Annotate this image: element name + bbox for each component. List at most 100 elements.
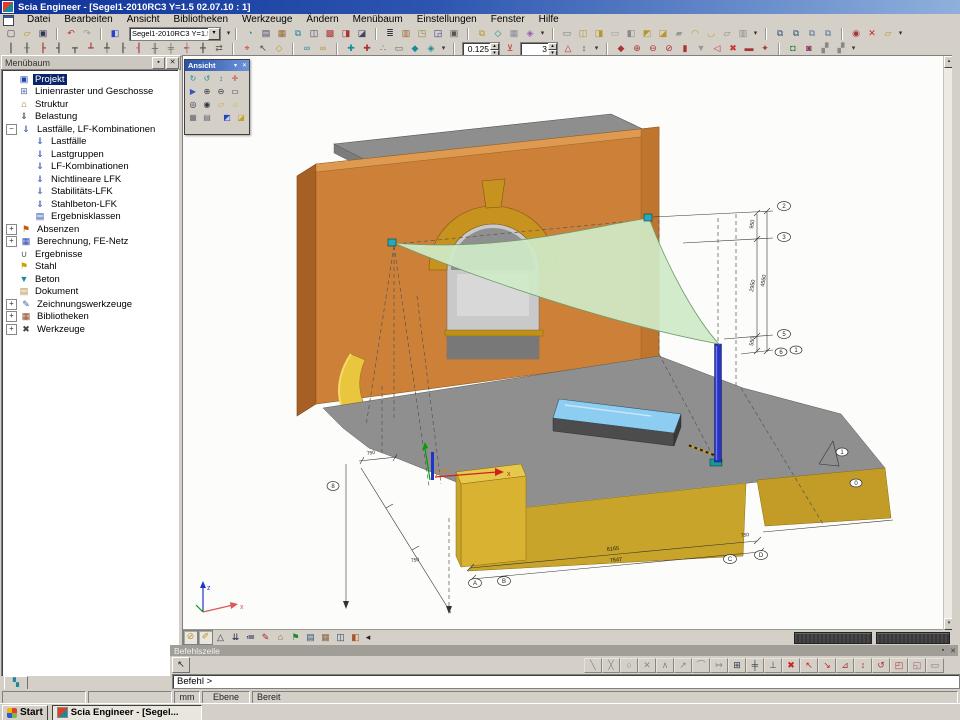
collapse-icon[interactable]: − <box>6 124 17 135</box>
expand-icon[interactable]: + <box>6 324 17 335</box>
mesh-refine-button[interactable]: △ <box>560 42 576 55</box>
zoom-out-button[interactable]: ⊖ <box>214 85 228 98</box>
frame-view-2-button[interactable]: ◫ <box>575 27 591 40</box>
ansicht-palette[interactable]: Ansicht ▾ ✕ ↻ ↺ ↕ ✛ ▶ ⊕ ⊖ ▭ ◎ ◉ ▱ ☼ ▦ ▤ … <box>184 59 250 135</box>
support-1-button[interactable]: ◆ <box>613 42 629 55</box>
menubaum-header[interactable]: Menübaum ▪ ✕ <box>1 55 181 70</box>
visibility-button[interactable]: ◉ <box>848 27 864 40</box>
support-5-button[interactable]: ▮ <box>677 42 693 55</box>
label-display-button[interactable]: ✎ <box>258 631 273 644</box>
snap-direction-button[interactable]: ↗ <box>674 658 692 673</box>
snap-angle-button[interactable]: ∧ <box>656 658 674 673</box>
tree-item-nichtlineare-lfk[interactable]: ⇓Nichtlineare LFK <box>2 173 178 186</box>
snap-circle-button[interactable]: ○ <box>620 658 638 673</box>
active-view-combobox[interactable]: Segel1-2010RC3 Y=1.5 0: ▾ <box>129 27 221 41</box>
view-settings-button[interactable]: ▦ <box>186 111 200 124</box>
project-manager-button[interactable]: ◧ <box>107 27 123 40</box>
frame-view-6-button[interactable]: ◩ <box>639 27 655 40</box>
chevron-down-icon[interactable]: ▾ <box>896 27 905 40</box>
cursor-mode-icon[interactable]: ↖ <box>172 657 190 673</box>
calculator-1-button[interactable]: ◘ <box>785 42 801 55</box>
menu-werkzeuge[interactable]: Werkzeuge <box>235 14 299 26</box>
snap-arc-button[interactable]: ⌒ <box>692 658 710 673</box>
save-picture-button[interactable]: ▣ <box>446 27 462 40</box>
mesh-size-button[interactable]: ↕ <box>576 42 592 55</box>
layer-display-button[interactable]: ▦ <box>318 631 333 644</box>
tree-item-lf-kombinationen[interactable]: ⇓LF-Kombinationen <box>2 161 178 174</box>
frame-view-5-button[interactable]: ◧ <box>623 27 639 40</box>
menu-hilfe[interactable]: Hilfe <box>532 14 566 26</box>
tree-item-werkzeuge[interactable]: +✖Werkzeuge <box>2 323 178 336</box>
member-tool-1-button[interactable]: ┃ <box>3 42 19 55</box>
shading-button[interactable]: ⚑ <box>288 631 303 644</box>
frame-view-7-button[interactable]: ◪ <box>655 27 671 40</box>
tree-item-lastfaelle[interactable]: ⇓Lastfälle <box>2 136 178 149</box>
member-tool-2-button[interactable]: ╂ <box>19 42 35 55</box>
snap-grid-button[interactable]: ⊞ <box>728 658 746 673</box>
chevron-down-icon[interactable]: ▾ <box>849 42 858 55</box>
menu-menubaum[interactable]: Menübaum <box>346 14 410 26</box>
clipping-box-button[interactable]: ◩ <box>220 111 234 124</box>
document-icon[interactable] <box>3 15 14 26</box>
support-3-button[interactable]: ⊖ <box>645 42 661 55</box>
copy-add-4-button[interactable]: ⧉ <box>820 27 836 40</box>
import-button[interactable]: ◲ <box>430 27 446 40</box>
view-folder-button[interactable]: ▱ <box>214 98 228 111</box>
spin-up-icon[interactable]: ▴ <box>548 43 557 50</box>
member-tool-11-button[interactable]: ╪ <box>163 42 179 55</box>
menu-datei[interactable]: Datei <box>20 14 57 26</box>
member-tool-10-button[interactable]: ╫ <box>147 42 163 55</box>
snap-off-button[interactable]: ✖ <box>782 658 800 673</box>
member-tool-4-button[interactable]: ┫ <box>51 42 67 55</box>
tree-item-ergebnisse[interactable]: ∪Ergebnisse <box>2 248 178 261</box>
copy-add-1-button[interactable]: ⧉ <box>772 27 788 40</box>
wizard-button[interactable]: ◇ <box>490 27 506 40</box>
copy-button[interactable]: ▤ <box>258 27 274 40</box>
member-tool-6-button[interactable]: ┻ <box>83 42 99 55</box>
redo-button[interactable]: ↷ <box>79 27 95 40</box>
snap-intersection-button[interactable]: ╳ <box>602 658 620 673</box>
tree-item-ergebnisklassen[interactable]: ▤Ergebnisklassen <box>2 211 178 224</box>
snap-tangent-button[interactable]: ↺ <box>872 658 890 673</box>
frame-view-11-button[interactable]: ▱ <box>719 27 735 40</box>
rotate-back-button[interactable]: ↺ <box>200 72 214 85</box>
member-tool-9-button[interactable]: ┨ <box>131 42 147 55</box>
zoom-in-button[interactable]: ⊕ <box>200 85 214 98</box>
spin-up-icon[interactable]: ▴ <box>490 43 499 50</box>
menu-einstellungen[interactable]: Einstellungen <box>410 14 484 26</box>
support-9-button[interactable]: ▬ <box>741 42 757 55</box>
chevron-down-icon[interactable]: ▾ <box>439 42 448 55</box>
tree-item-struktur[interactable]: ⌂Struktur <box>2 98 178 111</box>
tree-item-beton[interactable]: ▼Beton <box>2 273 178 286</box>
member-tool-13-button[interactable]: ╋ <box>195 42 211 55</box>
chevron-down-icon[interactable]: ▾ <box>751 27 760 40</box>
support-6-button[interactable]: ▼ <box>693 42 709 55</box>
befehlszeile-header[interactable]: Befehlszeile ▪ ✕ <box>170 645 958 656</box>
select-tool-button[interactable]: ⌖ <box>239 42 255 55</box>
taskbar-scia-button[interactable]: Scia Engineer - [Segel... <box>52 705 202 720</box>
settings-template-button[interactable]: ◈ <box>522 27 538 40</box>
export-button[interactable]: ◳ <box>414 27 430 40</box>
render-mode-button[interactable]: △ <box>213 631 228 644</box>
undo-button[interactable]: ↶ <box>63 27 79 40</box>
add-point-button[interactable]: ✚ <box>359 42 375 55</box>
picture-gallery-button[interactable]: ◫ <box>306 27 322 40</box>
snap-orthogonal-button[interactable]: ⊥ <box>764 658 782 673</box>
tree-item-stabilitaets-lfk[interactable]: ⇓Stabilitäts-LFK <box>2 186 178 199</box>
rotate-view-button[interactable]: ↻ <box>186 72 200 85</box>
support-7-button[interactable]: ◁ <box>709 42 725 55</box>
support-8-button[interactable]: ✖ <box>725 42 741 55</box>
pillar-block[interactable] <box>456 464 526 567</box>
copy-add-2-button[interactable]: ⧉ <box>788 27 804 40</box>
menu-ansicht[interactable]: Ansicht <box>120 14 167 26</box>
binocular-2-button[interactable]: ∞ <box>315 42 331 55</box>
member-tool-5-button[interactable]: ┳ <box>67 42 83 55</box>
menu-aendern[interactable]: Ändern <box>299 14 345 26</box>
chevron-down-icon[interactable]: ▾ <box>592 42 601 55</box>
start-button[interactable]: Start <box>2 705 48 720</box>
picture-to-gallery-button[interactable]: ⧉ <box>290 27 306 40</box>
tree-item-stahl[interactable]: ⚑Stahl <box>2 261 178 274</box>
command-input[interactable]: Befehl > <box>172 674 960 689</box>
snap-perpendicular-button[interactable]: ↕ <box>854 658 872 673</box>
chevron-down-icon[interactable]: ▾ <box>538 27 547 40</box>
